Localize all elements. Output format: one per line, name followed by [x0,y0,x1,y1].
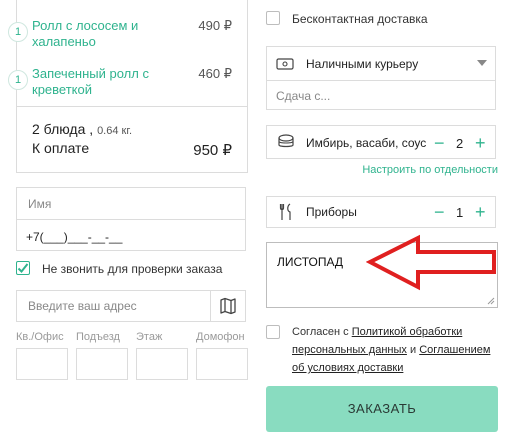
entrance-label: Подъезд [76,331,120,343]
item-name[interactable]: Ролл с лососем и халапеньо [32,18,172,50]
total-amount: 950 ₽ [193,142,232,159]
floor-label: Этаж [136,331,163,343]
cutlery-label: Приборы [306,205,357,219]
wallet-icon [276,58,294,70]
order-button[interactable]: ЗАКАЗАТЬ [266,386,498,432]
agreement-prefix: Согласен с [292,326,349,338]
field-divider [210,290,211,322]
payment-method-select[interactable]: Наличными курьеру [306,57,418,71]
configure-link[interactable]: Настроить по отдельности [362,164,498,176]
condiments-minus-button[interactable]: − [434,134,445,152]
apartment-label: Кв./Офис [16,331,64,343]
item-qty-badge: 1 [8,70,28,90]
cutlery-qty: 1 [456,205,464,220]
field-divider [16,219,246,220]
checkmark-icon [17,263,29,273]
contactless-checkbox[interactable] [266,11,280,25]
change-input[interactable]: Сдача с... [276,89,330,103]
item-price: 460 ₽ [198,66,232,81]
to-pay-label: К оплате [32,140,90,156]
condiments-plus-button[interactable]: + [475,134,486,152]
entrance-input[interactable] [76,348,128,380]
phone-input[interactable]: +7(___)___-__-__ [26,230,122,244]
intercom-input[interactable] [196,348,248,380]
cutlery-icon [279,203,291,220]
dropdown-arrow-icon[interactable] [477,60,487,66]
no-call-label: Не звонить для проверки заказа [42,262,223,276]
resize-handle-icon[interactable] [487,297,495,305]
item-qty-badge: 1 [8,22,28,42]
condiments-icon [278,134,294,148]
dishes-summary: 2 блюда , 0.64 кг. [32,121,132,137]
agreement-checkbox[interactable] [266,325,280,339]
condiments-label: Имбирь, васаби, соус [306,136,427,150]
comment-text: ЛИСТОПАД [277,255,344,269]
address-input[interactable]: Введите ваш адрес [28,299,137,313]
condiments-qty: 2 [456,136,464,151]
field-divider [266,80,496,81]
no-call-checkbox[interactable] [16,261,30,275]
item-name[interactable]: Запеченный ролл с креветкой [32,66,172,98]
cutlery-plus-button[interactable]: + [475,203,486,221]
floor-input[interactable] [136,348,188,380]
dishes-count: 2 блюда , [32,121,94,137]
agreement-text: Согласен с Политикой обработки персональ… [292,323,502,377]
order-weight: 0.64 кг. [97,125,133,137]
cutlery-minus-button[interactable]: − [434,203,445,221]
map-icon[interactable] [219,297,237,315]
contactless-label: Бесконтактная доставка [292,12,428,26]
agreement-and: и [409,344,417,356]
card-divider [16,106,248,107]
apartment-input[interactable] [16,348,68,380]
cart-item: 1 Запеченный ролл с креветкой 460 ₽ [8,62,248,110]
intercom-label: Домофон [196,331,245,343]
name-input[interactable]: Имя [28,197,51,211]
annotation-arrow [366,234,496,291]
cart-item: 1 Ролл с лососем и халапеньо 490 ₽ [8,14,248,62]
item-price: 490 ₽ [198,18,232,33]
